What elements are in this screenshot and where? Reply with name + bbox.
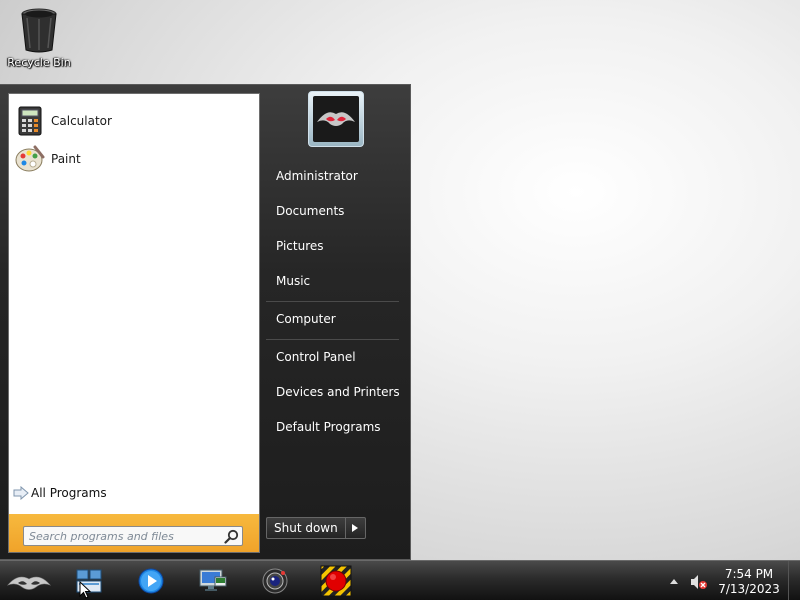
link-default-programs[interactable]: Default Programs [276,420,381,434]
paint-icon [15,144,45,174]
programs-pane: Calculator Paint All Programs [8,93,260,553]
link-administrator[interactable]: Administrator [276,169,411,183]
volume-muted-icon[interactable] [690,574,708,590]
program-calculator[interactable]: Calculator [15,104,255,138]
link-music[interactable]: Music [276,274,310,288]
link-pictures[interactable]: Pictures [276,239,324,253]
program-label: Paint [51,152,81,166]
separator [266,301,399,302]
camera-icon [262,568,288,594]
recycle-bin-label: Recycle Bin [7,56,71,69]
clock[interactable]: 7:54 PM 7/13/2023 [713,567,785,597]
link-computer[interactable]: Computer [276,312,336,326]
desktop-icon-recycle-bin[interactable]: Recycle Bin [6,6,72,69]
search-input[interactable] [24,527,220,545]
arrow-right-icon [13,486,29,500]
separator [266,339,399,340]
start-button[interactable] [6,564,52,598]
taskbar-remote-desktop[interactable] [196,564,230,598]
shutdown-group: Shut down [266,517,366,539]
record-icon [320,565,352,597]
start-menu: Calculator Paint All Programs Search pro… [0,84,411,560]
user-picture-icon [313,96,359,142]
recycle-bin-icon [21,8,57,53]
show-desktop-button[interactable] [788,561,800,600]
taskbar-camera[interactable] [258,564,292,598]
calculator-icon [15,106,45,136]
link-control-panel[interactable]: Control Panel [276,350,356,364]
taskbar-recorder[interactable] [319,564,353,598]
link-devices-and-printers[interactable]: Devices and Printers [276,385,400,399]
taskbar-media-player[interactable] [134,564,168,598]
media-player-icon [138,568,164,594]
user-picture[interactable] [308,91,364,147]
mouse-cursor-icon [79,581,91,599]
remote-desktop-icon [199,569,227,591]
search-area [9,514,259,552]
search-box [23,526,243,546]
clock-date: 7/13/2023 [718,582,780,596]
all-programs-label: All Programs [31,486,107,500]
link-documents[interactable]: Documents [276,204,344,218]
start-orb-icon [7,576,51,590]
shutdown-button[interactable]: Shut down [266,517,346,539]
chevron-up-icon[interactable] [670,578,678,584]
program-paint[interactable]: Paint [15,142,255,176]
all-programs-button[interactable]: All Programs [11,482,107,504]
shutdown-options-button[interactable] [345,517,366,539]
chevron-right-icon [352,524,359,532]
clock-time: 7:54 PM [724,567,774,581]
taskbar: 7:54 PM 7/13/2023 [0,560,800,600]
search-icon[interactable] [224,529,239,544]
program-label: Calculator [51,114,112,128]
